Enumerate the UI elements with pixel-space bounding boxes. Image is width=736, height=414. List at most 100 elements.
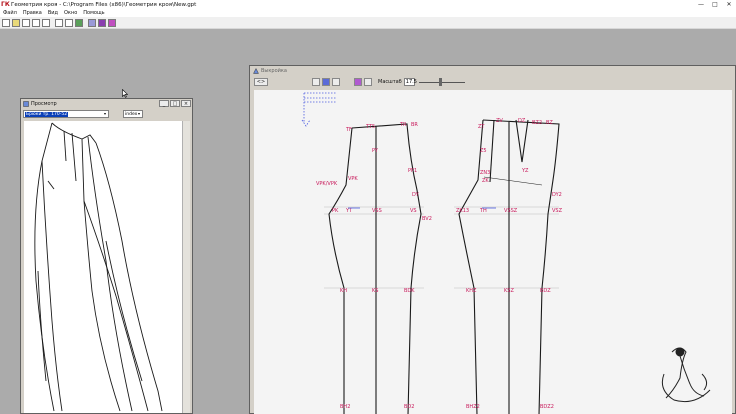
pt-front-mid-left: PK <box>332 208 339 214</box>
preview-close-button[interactable]: × <box>181 100 191 107</box>
pt-back-mid-right: VSZ <box>552 208 563 214</box>
pattern-window-icon <box>253 68 259 74</box>
preview-window: Просмотр _ □ × Брюки тр. 170-52 ▾ index … <box>20 98 193 414</box>
app-titlebar: ГК Геометрия кроя - C:\Program Files (x8… <box>0 0 736 9</box>
app-title: Геометрия кроя - C:\Program Files (x86)\… <box>11 1 197 8</box>
preview-options-row: Брюки тр. 170-52 ▾ index ▾ <box>21 109 192 119</box>
pt-front-mid-left2: YT <box>345 208 353 214</box>
pt-front-top-mid: TT5 <box>365 124 375 130</box>
back-trouser-piece <box>458 119 560 414</box>
mouse-cursor-icon <box>122 89 128 98</box>
pt-front-bottom-left: BH2 <box>340 404 350 410</box>
pt-front-side-right: PP1 <box>408 168 417 174</box>
zoom-label: Масштаб <box>378 79 402 85</box>
new-file-icon[interactable] <box>2 18 10 27</box>
pt-back-back-left: ZK <box>482 178 489 184</box>
tk-logo-icon: ГК <box>1 0 10 8</box>
pt-back-yz: YZ <box>521 168 529 174</box>
zoom-slider[interactable] <box>418 78 465 86</box>
chevron-down-icon: ▾ <box>103 111 106 116</box>
model-select-value: Брюки тр. 170-52 <box>25 112 69 117</box>
hand-icon[interactable] <box>312 78 320 86</box>
print-icon[interactable] <box>32 18 40 27</box>
minimize-button[interactable]: — <box>694 0 708 9</box>
pt-back-top-mid2: DZ <box>518 118 526 124</box>
pt-back-side-right: DY2 <box>552 192 562 198</box>
pt-front-dy: DY <box>412 192 420 198</box>
zoom-input[interactable]: 17.5 <box>403 78 417 86</box>
pt-back-mid-left: ZK13 <box>456 208 469 214</box>
copy-icon[interactable] <box>55 18 63 27</box>
front-point-labels: TF TT5 TR BR PY PP1 VPK VPK/VPK DY PK YT… <box>316 122 432 410</box>
magenta-tool-icon[interactable] <box>108 18 116 27</box>
save-icon[interactable] <box>22 18 30 27</box>
pt-back-knee-center: KSZ <box>504 288 514 294</box>
pattern-window: Выкройка <> Масштаб 17.5 TF TT5 TR BR PY… <box>249 65 736 414</box>
pt-front-mid-right2: BV2 <box>422 216 432 222</box>
pattern-grid <box>324 206 559 289</box>
pt-back-bottom-left: BHZ2 <box>466 404 480 410</box>
pt-front-knee-left: KH <box>340 288 347 294</box>
menu-bar: Файл Правка Вид Окно Помощь <box>0 9 736 17</box>
purple-tool-icon[interactable] <box>98 18 106 27</box>
pt-back-knee-right: BDZ <box>540 288 551 294</box>
preview-window-icon <box>23 101 29 107</box>
menu-view[interactable]: Вид <box>48 10 58 16</box>
open-folder-icon[interactable] <box>12 18 20 27</box>
pt-front-center-right: PY <box>372 148 379 154</box>
pattern-drawing: TF TT5 TR BR PY PP1 VPK VPK/VPK DY PK YT… <box>301 92 711 414</box>
menu-edit[interactable]: Правка <box>23 10 42 16</box>
pt-back-bottom-right: BDZ2 <box>540 404 554 410</box>
pt-back-mid-left2: TH <box>479 208 487 214</box>
pt-front-hip-left: VPK <box>348 176 358 182</box>
main-toolbar <box>0 17 736 29</box>
preview-maximize-button[interactable]: □ <box>170 100 180 107</box>
pattern-toolbar: <> Масштаб 17.5 <box>250 76 735 88</box>
pt-back-top-mid3: BZ2 <box>532 120 542 126</box>
chevron-down-icon: ▾ <box>137 111 140 116</box>
preview-scrollbar[interactable] <box>182 121 190 413</box>
reference-guide <box>301 92 336 127</box>
trousers-sketch <box>34 122 163 412</box>
pattern-titlebar: Выкройка <box>250 66 735 76</box>
select-icon[interactable] <box>322 78 330 86</box>
text-icon[interactable] <box>332 78 340 86</box>
maximize-button[interactable]: □ <box>708 0 722 9</box>
nav-toggle-button[interactable]: <> <box>254 78 268 86</box>
pattern-title: Выкройка <box>261 68 287 74</box>
zoom-thumb[interactable] <box>439 78 443 86</box>
fashion-figure-logo <box>661 347 711 403</box>
pt-front-mid-center: VSS <box>372 208 382 214</box>
close-button[interactable]: ✕ <box>722 0 736 9</box>
pt-back-top-mid1: ZV <box>496 118 503 124</box>
preview-minimize-button[interactable]: _ <box>159 100 169 107</box>
pt-back-knee-left: KHZ <box>466 288 477 294</box>
pt-front-mid-right: VS <box>410 208 417 214</box>
pt-front-bottom-right: BD2 <box>404 404 414 410</box>
pt-front-knee-center: KS <box>372 288 378 294</box>
pt-back-mid-label: Z5 <box>480 148 487 154</box>
pt-back-top-right: BZ <box>546 120 553 126</box>
pt-front-hip-note: VPK/VPK <box>316 181 338 187</box>
pt-back-top-left: ZT <box>478 124 485 130</box>
preview-canvas <box>24 121 182 413</box>
preview-titlebar: Просмотр _ □ × <box>21 99 192 109</box>
pattern-canvas: TF TT5 TR BR PY PP1 VPK VPK/VPK DY PK YT… <box>254 90 732 414</box>
window-controls: — □ ✕ <box>694 0 736 9</box>
pt-front-top-left: TF <box>345 127 352 133</box>
pt-back-hip-left: ZN3 <box>480 170 490 176</box>
pt-front-top-right2: BR <box>411 122 418 128</box>
green-tool-icon[interactable] <box>75 18 83 27</box>
menu-help[interactable]: Помощь <box>83 10 104 16</box>
grid-icon[interactable] <box>88 18 96 27</box>
preview-title: Просмотр <box>31 101 57 107</box>
print-preview-icon[interactable] <box>42 18 50 27</box>
purple-square-icon[interactable] <box>354 78 362 86</box>
model-select[interactable]: Брюки тр. 170-52 ▾ <box>23 110 109 118</box>
menu-file[interactable]: Файл <box>3 10 17 16</box>
pt-back-mid-center: VSSZ <box>504 208 518 214</box>
ruler-icon[interactable] <box>364 78 372 86</box>
view-select[interactable]: index ▾ <box>123 110 143 118</box>
measure-icon[interactable] <box>65 18 73 27</box>
menu-window[interactable]: Окно <box>64 10 77 16</box>
